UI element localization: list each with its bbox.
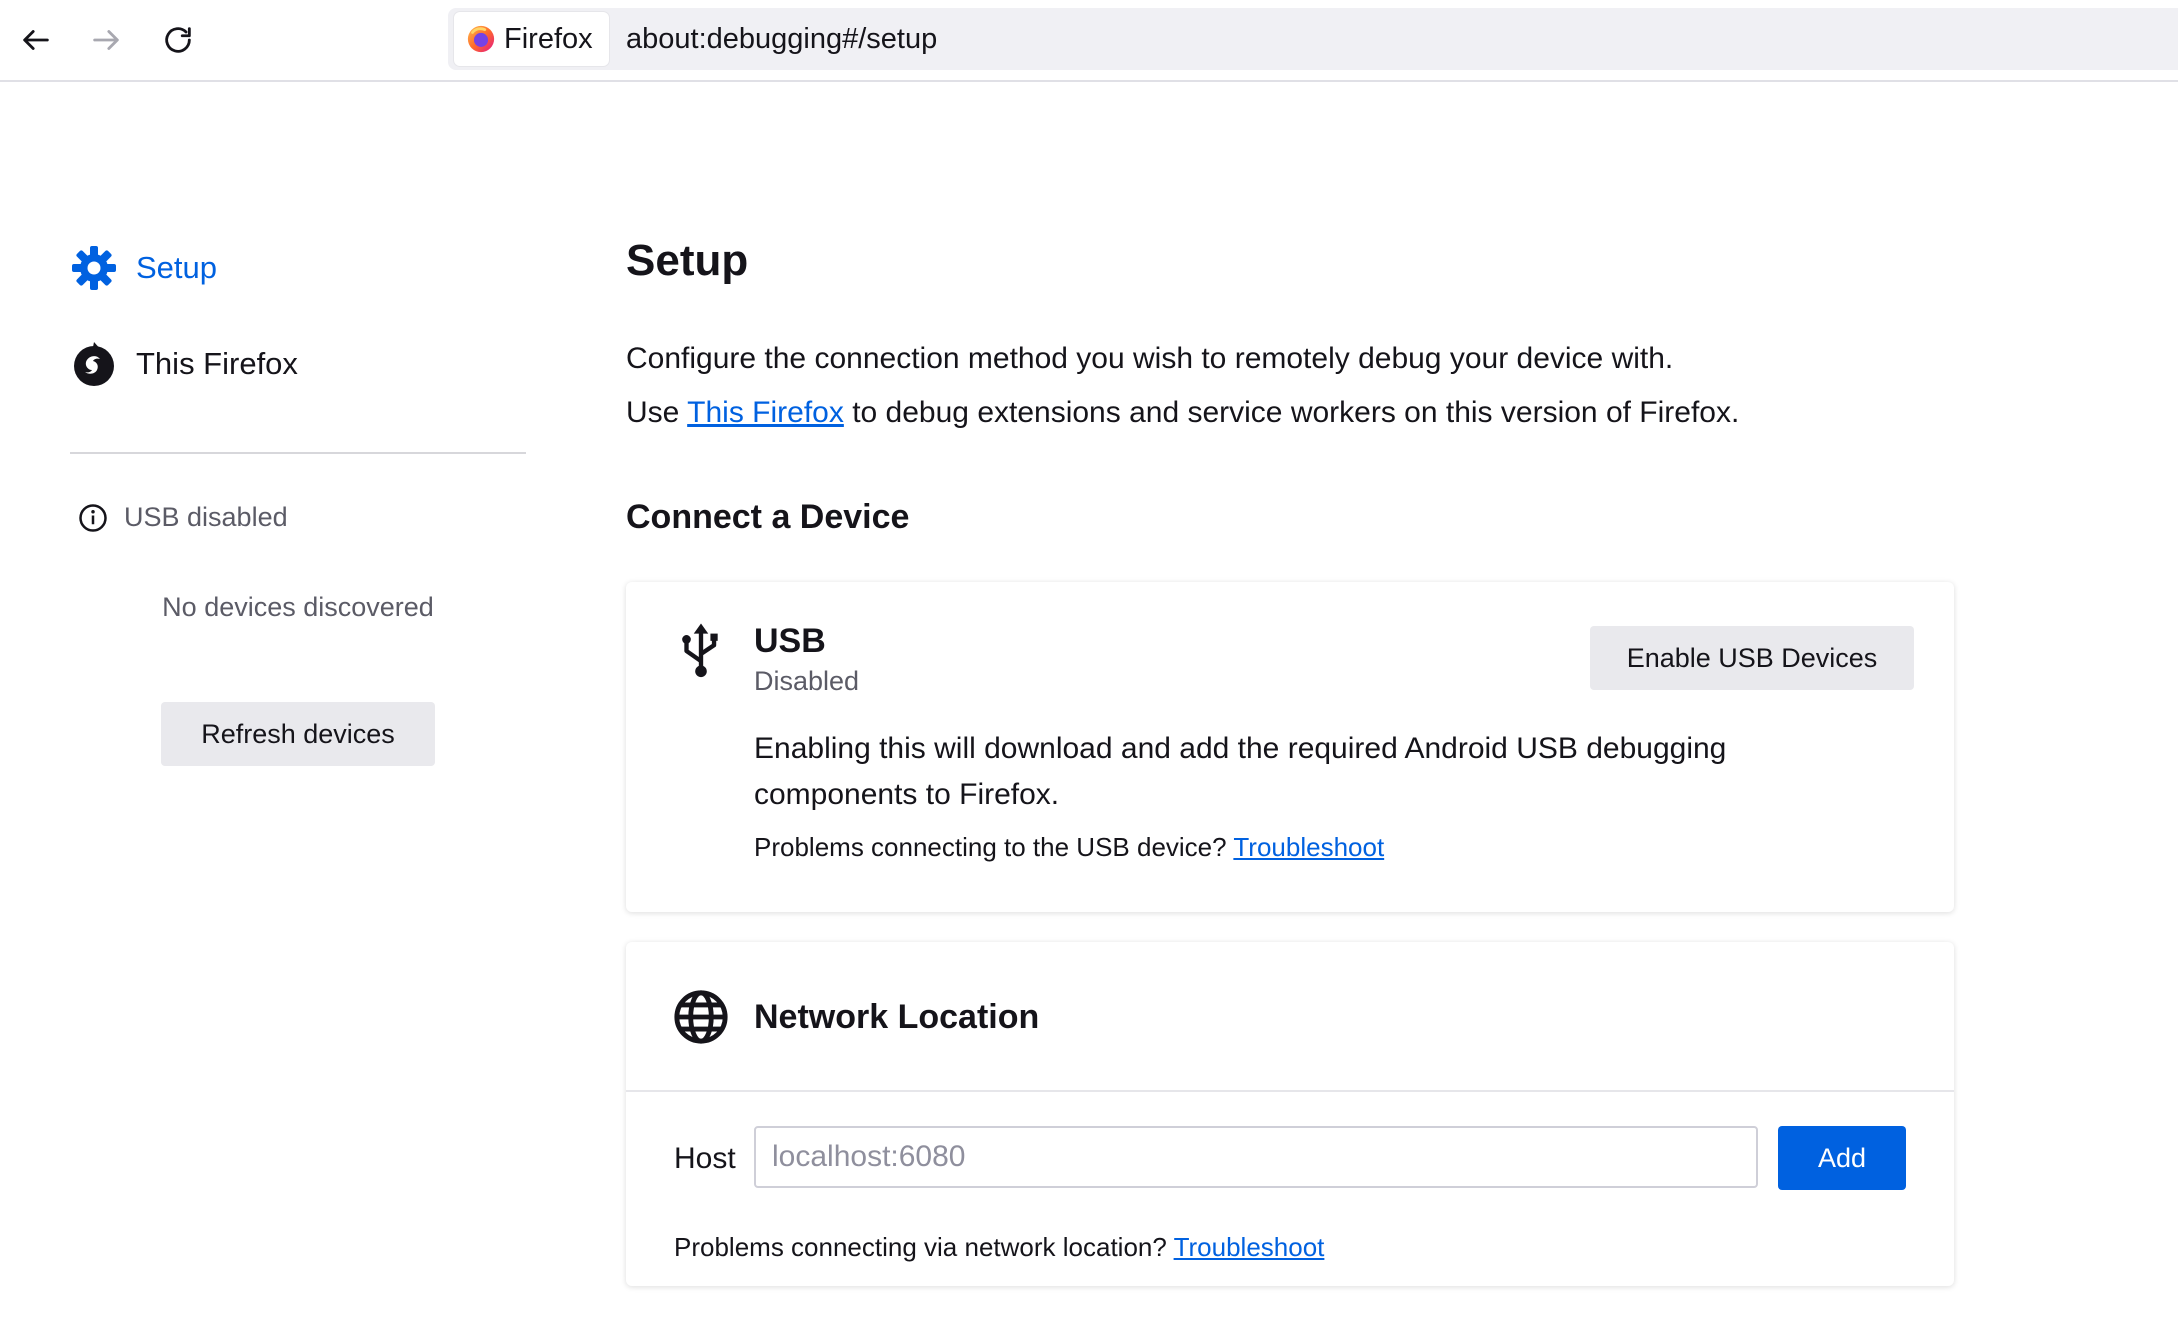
gear-icon: [70, 244, 118, 292]
usb-status-text: Disabled: [754, 666, 860, 696]
host-input[interactable]: [754, 1126, 1758, 1188]
sidebar-divider: [70, 452, 526, 454]
use-prefix: Use: [626, 396, 680, 429]
this-firefox-link[interactable]: This Firefox: [687, 396, 844, 429]
info-icon: [79, 503, 107, 532]
sidebar-item-this-firefox-label: This Firefox: [136, 346, 298, 381]
host-label: Host: [674, 1142, 736, 1175]
reload-icon: [165, 27, 191, 53]
firefox-logo-icon: [467, 25, 495, 53]
sidebar-item-setup[interactable]: Setup: [70, 244, 217, 292]
enable-usb-devices-button[interactable]: Enable USB Devices: [1590, 626, 1914, 690]
usb-help-text: Problems connecting to the USB device? T…: [754, 832, 1384, 863]
browser-toolbar: Firefox about:debugging#/setup: [0, 0, 2178, 82]
firefox-icon: [70, 340, 118, 388]
arrow-right-icon: [93, 30, 119, 50]
sidebar-item-setup-label: Setup: [136, 250, 218, 285]
page-title: Setup: [626, 236, 749, 285]
identity-box[interactable]: Firefox: [454, 12, 609, 66]
use-this-firefox-text: Use This Firefox to debug extensions and…: [626, 396, 1739, 430]
network-help-label: Problems connecting via network location…: [674, 1232, 1167, 1262]
usb-status: USB disabled: [78, 502, 288, 533]
forward-button[interactable]: [82, 16, 130, 64]
globe-icon: [672, 988, 730, 1051]
no-devices-message: No devices discovered: [162, 592, 434, 622]
usb-icon: [672, 622, 730, 685]
network-card-divider: [626, 1090, 1954, 1092]
sidebar: Setup This Firefox USB disabled No devic…: [0, 80, 560, 1328]
add-host-button[interactable]: Add: [1778, 1126, 1906, 1190]
network-location-card: Network Location Host Add Problems conne…: [626, 942, 1954, 1286]
back-button[interactable]: [12, 16, 60, 64]
usb-status-label: USB disabled: [124, 502, 288, 532]
url-text[interactable]: about:debugging#/setup: [626, 8, 937, 70]
connect-device-heading: Connect a Device: [626, 498, 910, 536]
use-suffix: to debug extensions and service workers …: [852, 396, 1740, 429]
sidebar-item-this-firefox[interactable]: This Firefox: [70, 340, 298, 388]
arrow-left-icon: [23, 30, 49, 50]
intro-text: Configure the connection method you wish…: [626, 342, 1674, 375]
identity-label: Firefox: [504, 22, 593, 55]
url-bar[interactable]: Firefox about:debugging#/setup: [448, 8, 2178, 70]
usb-troubleshoot-link[interactable]: Troubleshoot: [1233, 832, 1384, 862]
refresh-devices-button[interactable]: Refresh devices: [161, 702, 435, 766]
reload-button[interactable]: [154, 16, 202, 64]
usb-help-label: Problems connecting to the USB device?: [754, 832, 1227, 862]
network-location-title: Network Location: [754, 998, 1040, 1036]
network-troubleshoot-link[interactable]: Troubleshoot: [1174, 1232, 1325, 1262]
usb-title: USB: [754, 622, 826, 660]
usb-description: Enabling this will download and add the …: [754, 732, 1727, 811]
usb-card: USB Disabled Enable USB Devices Enabling…: [626, 582, 1954, 912]
network-help-text: Problems connecting via network location…: [674, 1232, 1324, 1263]
